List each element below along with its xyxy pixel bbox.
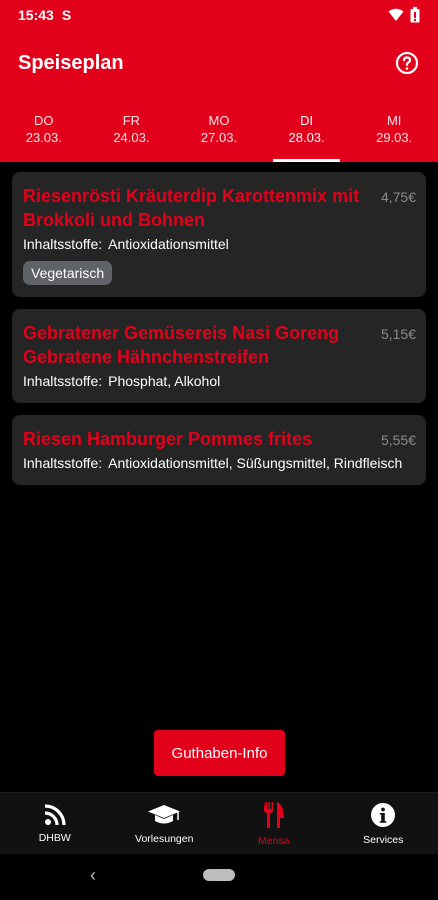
nav-item-services[interactable]: Services xyxy=(329,793,438,854)
nav-label: Vorlesungen xyxy=(135,832,194,845)
tab-weekday: MI xyxy=(386,113,402,128)
tab-weekday: DI xyxy=(300,113,314,128)
ingredients-label: Inhaltsstoffe: xyxy=(23,373,103,389)
status-bar: 15:43 S xyxy=(0,0,438,30)
balance-info-button[interactable]: Guthaben-Info xyxy=(154,730,285,776)
ingredients-value: Antioxidationsmittel xyxy=(108,236,229,252)
nav-item-mensa[interactable]: Mensa xyxy=(219,793,329,854)
system-back-icon[interactable]: ‹ xyxy=(90,865,96,886)
tab-weekday: MO xyxy=(208,113,230,128)
meal-price: 4,75€ xyxy=(380,189,416,205)
tab-day-4[interactable]: MI 29.03. xyxy=(350,96,438,162)
meal-title: Riesen Hamburger Pommes frites xyxy=(23,429,313,449)
ingredients-value: Phosphat, Alkohol xyxy=(108,373,221,389)
meal-card[interactable]: Gebratener Gemüsereis Nasi Goreng Gebrat… xyxy=(12,309,426,403)
tab-date: 28.03. xyxy=(288,130,325,145)
system-navigation-bar: ‹ xyxy=(0,854,438,900)
meal-title: Gebratener Gemüsereis Nasi Goreng Gebrat… xyxy=(23,323,340,367)
page-title: Speiseplan xyxy=(18,51,124,74)
meal-price: 5,55€ xyxy=(380,432,416,448)
info-circle-icon xyxy=(371,802,396,827)
graduation-cap-icon xyxy=(148,804,181,823)
ingredients-value: Antioxidationsmittel, Süßungsmittel, Rin… xyxy=(108,455,403,471)
tab-weekday: FR xyxy=(122,113,141,128)
nav-item-vorlesungen[interactable]: Vorlesungen xyxy=(110,793,220,854)
tab-day-0[interactable]: DO 23.03. xyxy=(0,96,88,162)
nav-label: Mensa xyxy=(257,834,290,847)
meal-price: 5,15€ xyxy=(380,326,416,342)
tab-weekday: DO xyxy=(34,113,54,128)
rss-feed-icon xyxy=(44,803,66,825)
help-circle-icon xyxy=(395,51,419,75)
bottom-navigation: DHBW Vorlesungen Mensa Services xyxy=(0,792,438,854)
meal-ingredients: Inhaltsstoffe: Antioxidationsmittel, Süßu… xyxy=(23,453,416,473)
meal-ingredients: Inhaltsstoffe: Phosphat, Alkohol xyxy=(23,371,416,391)
ingredients-label: Inhaltsstoffe: xyxy=(23,455,103,471)
vegetarian-badge: Vegetarisch xyxy=(23,261,113,285)
nav-item-dhbw[interactable]: DHBW xyxy=(0,793,110,854)
fork-knife-icon xyxy=(263,801,284,828)
tab-date: 29.03. xyxy=(376,130,413,145)
help-button[interactable] xyxy=(394,50,420,76)
meal-ingredients: Inhaltsstoffe: Antioxidationsmittel xyxy=(23,234,416,254)
battery-icon xyxy=(410,7,420,23)
status-icons xyxy=(388,7,420,23)
meal-card[interactable]: Riesenrösti Kräuterdip Karottenmix mit B… xyxy=(12,172,426,297)
app-indicator-icon: S xyxy=(61,7,72,23)
tab-date: 27.03. xyxy=(200,130,238,145)
tab-date: 24.03. xyxy=(113,130,150,145)
tab-day-3[interactable]: DI 28.03. xyxy=(263,96,351,162)
app-bar: Speiseplan xyxy=(0,30,438,96)
meal-title: Riesenrösti Kräuterdip Karottenmix mit B… xyxy=(23,186,360,230)
wifi-icon xyxy=(388,8,404,21)
tab-day-2[interactable]: MO 27.03. xyxy=(175,96,263,162)
meal-card[interactable]: Riesen Hamburger Pommes frites 5,55€ Inh… xyxy=(12,415,426,485)
nav-label: Services xyxy=(363,833,404,846)
tab-day-1[interactable]: FR 24.03. xyxy=(88,96,176,162)
day-tabs: DO 23.03. FR 24.03. MO 27.03. DI 28.03. … xyxy=(0,96,438,162)
status-time: 15:43 xyxy=(18,7,54,23)
meal-list: Riesenrösti Kräuterdip Karottenmix mit B… xyxy=(12,172,426,497)
ingredients-label: Inhaltsstoffe: xyxy=(23,236,103,252)
nav-label: DHBW xyxy=(38,831,71,844)
tab-date: 23.03. xyxy=(25,130,62,145)
system-home-pill[interactable] xyxy=(203,869,235,881)
